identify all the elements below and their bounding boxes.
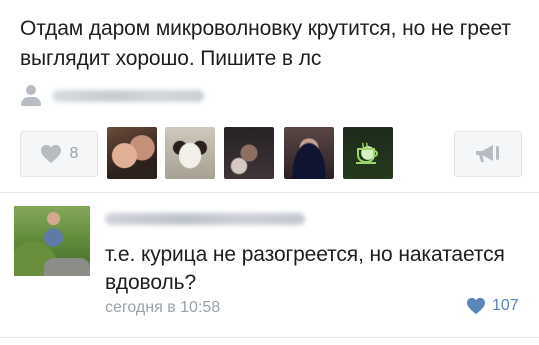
cup-icon (356, 142, 378, 164)
liker-avatar[interactable] (284, 127, 334, 179)
liked-by-avatars (107, 127, 397, 181)
author-name-blurred (52, 90, 204, 102)
commenter-name-blurred[interactable] (105, 213, 305, 225)
liker-avatar[interactable] (224, 127, 274, 179)
post: Отдам даром микроволновку крутится, но н… (0, 0, 539, 192)
liker-avatar[interactable] (107, 127, 157, 179)
commenter-avatar[interactable] (14, 206, 90, 276)
like-button[interactable]: 8 (20, 131, 98, 177)
liker-avatar[interactable] (343, 127, 393, 179)
like-count: 8 (69, 145, 79, 162)
comment-timestamp: сегодня в 10:58 (105, 299, 221, 316)
comment: т.е. курица не разогреется, но накатаетс… (0, 193, 539, 345)
comment-like-button[interactable]: 107 (466, 297, 519, 315)
person-icon (20, 84, 42, 108)
comment-text: т.е. курица не разогреется, но накатаетс… (105, 243, 505, 294)
share-button[interactable] (454, 131, 522, 177)
megaphone-icon (476, 145, 499, 162)
liker-avatar[interactable] (165, 127, 215, 179)
heart-icon (40, 144, 61, 164)
post-author[interactable] (20, 84, 320, 110)
comment-like-count: 107 (492, 297, 519, 314)
bottom-divider (0, 337, 539, 338)
heart-icon (467, 297, 485, 315)
post-text: Отдам даром микроволновку крутится, но н… (20, 17, 511, 70)
